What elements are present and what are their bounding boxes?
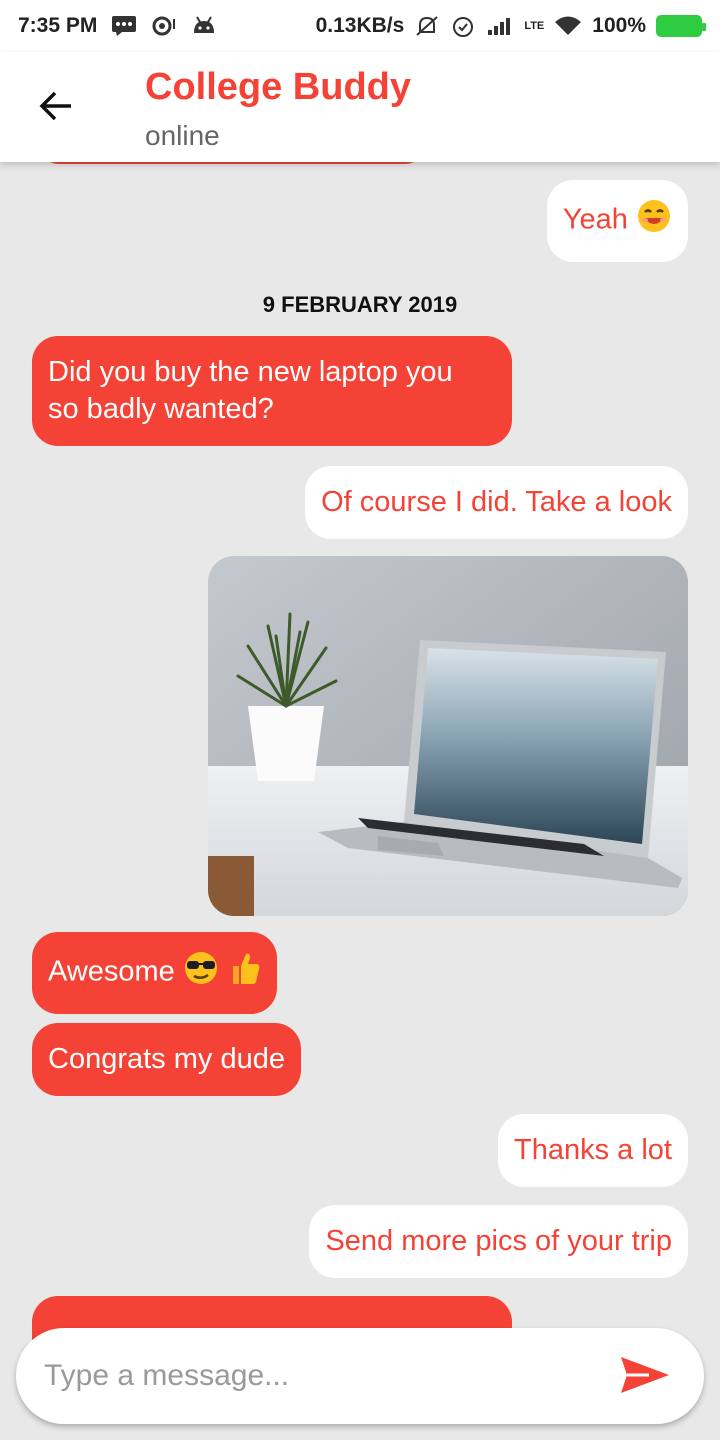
message-bubble-incoming-partial bbox=[42, 162, 422, 164]
message-text: Awesome bbox=[48, 955, 175, 988]
message-bubble-incoming[interactable]: Did you buy the new laptop you so badly … bbox=[32, 336, 512, 446]
android-icon bbox=[191, 15, 217, 37]
message-text: Thanks a lot bbox=[514, 1134, 672, 1166]
message-text: Yeah bbox=[562, 203, 628, 236]
alarm-icon bbox=[450, 14, 476, 38]
message-list[interactable]: Yeah 9 FEBRUARY 2019 Did you buy the new… bbox=[0, 162, 720, 1440]
laptop-photo bbox=[208, 556, 688, 916]
lte-icon: LTE bbox=[524, 19, 545, 32]
message-bubble-outgoing[interactable]: Send more pics of your trip bbox=[309, 1205, 688, 1278]
message-bubble-outgoing[interactable]: Yeah bbox=[546, 180, 688, 262]
back-button[interactable] bbox=[30, 82, 82, 134]
message-icon bbox=[111, 15, 137, 37]
mute-icon bbox=[414, 14, 440, 38]
sync-icon bbox=[151, 15, 177, 37]
network-type: LTE bbox=[524, 19, 545, 32]
chat-title: College Buddy bbox=[145, 66, 412, 108]
smiling-face-emoji bbox=[636, 198, 672, 244]
status-time: 7:35 PM bbox=[18, 14, 98, 37]
message-bubble-outgoing[interactable]: Thanks a lot bbox=[498, 1114, 688, 1187]
battery-charging-icon bbox=[656, 15, 706, 37]
date-separator: 9 FEBRUARY 2019 bbox=[262, 292, 458, 317]
wifi-icon bbox=[554, 15, 582, 37]
thumbs-up-emoji bbox=[229, 950, 261, 996]
message-bubble-incoming[interactable]: Congrats my dude bbox=[32, 1023, 301, 1096]
message-composer bbox=[16, 1328, 704, 1424]
signal-icon bbox=[486, 15, 514, 37]
battery-percent: 100% bbox=[592, 14, 646, 37]
message-text-line: Did you buy the new laptop you bbox=[48, 356, 453, 388]
send-icon bbox=[619, 1353, 671, 1402]
image-message[interactable] bbox=[208, 556, 688, 916]
message-bubble-incoming[interactable]: Awesome bbox=[32, 932, 277, 1014]
message-text: Of course I did. Take a look bbox=[321, 486, 672, 518]
presence-status: online bbox=[145, 120, 220, 151]
sunglasses-emoji bbox=[183, 950, 221, 996]
app-bar: College Buddy online bbox=[0, 52, 720, 162]
arrow-back-icon bbox=[38, 88, 74, 129]
message-text: Send more pics of your trip bbox=[325, 1225, 672, 1257]
network-speed: 0.13KB/s bbox=[315, 14, 405, 37]
send-button[interactable] bbox=[618, 1350, 672, 1404]
message-input[interactable] bbox=[44, 1348, 604, 1404]
status-bar: 7:35 PM 0.13KB/s LTE 100% bbox=[0, 0, 720, 52]
message-text-line: so badly wanted? bbox=[48, 393, 274, 425]
message-bubble-outgoing[interactable]: Of course I did. Take a look bbox=[305, 466, 688, 539]
message-text: Congrats my dude bbox=[48, 1043, 285, 1075]
